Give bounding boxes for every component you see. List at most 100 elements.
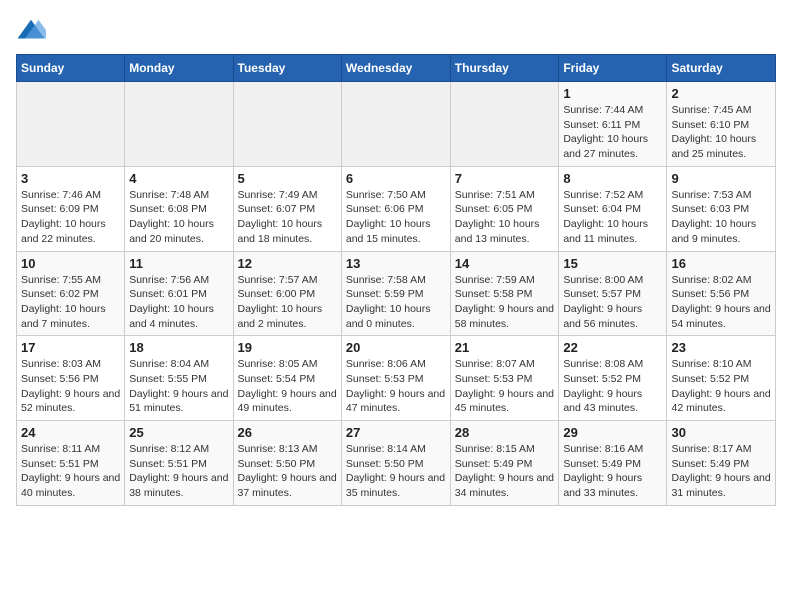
day-number: 4 <box>129 171 228 186</box>
day-number: 21 <box>455 340 555 355</box>
day-cell: 19Sunrise: 8:05 AM Sunset: 5:54 PM Dayli… <box>233 336 341 421</box>
day-number: 2 <box>671 86 771 101</box>
week-row-1: 1 Sunrise: 7:44 AM Sunset: 6:11 PM Daylig… <box>17 82 776 167</box>
header <box>16 16 776 46</box>
day-cell <box>125 82 233 167</box>
day-cell: 8 Sunrise: 7:52 AM Sunset: 6:04 PM Daylig… <box>559 166 667 251</box>
day-cell: 22 Sunrise: 8:08 AM Sunset: 5:52 PM Dayli… <box>559 336 667 421</box>
day-cell: 15 Sunrise: 8:00 AM Sunset: 5:57 PM Dayli… <box>559 251 667 336</box>
day-cell: 20 Sunrise: 8:06 AM Sunset: 5:53 PM Dayli… <box>341 336 450 421</box>
day-info: Sunrise: 7:55 AM Sunset: 6:02 PM Dayligh… <box>21 273 120 332</box>
day-number: 26 <box>238 425 337 440</box>
day-cell <box>233 82 341 167</box>
day-number: 1 <box>563 86 662 101</box>
day-cell: 1 Sunrise: 7:44 AM Sunset: 6:11 PM Daylig… <box>559 82 667 167</box>
day-info: Sunrise: 8:02 AM Sunset: 5:56 PM Dayligh… <box>671 273 771 332</box>
day-info: Sunrise: 8:07 AM Sunset: 5:53 PM Dayligh… <box>455 357 555 416</box>
day-header-monday: Monday <box>125 55 233 82</box>
header-row: SundayMondayTuesdayWednesdayThursdayFrid… <box>17 55 776 82</box>
day-number: 8 <box>563 171 662 186</box>
day-info: Sunrise: 7:52 AM Sunset: 6:04 PM Dayligh… <box>563 188 662 247</box>
day-number: 11 <box>129 256 228 271</box>
day-info: Sunrise: 7:48 AM Sunset: 6:08 PM Dayligh… <box>129 188 228 247</box>
day-number: 10 <box>21 256 120 271</box>
day-cell: 25 Sunrise: 8:12 AM Sunset: 5:51 PM Dayli… <box>125 421 233 506</box>
day-number: 20 <box>346 340 446 355</box>
day-number: 24 <box>21 425 120 440</box>
day-number: 12 <box>238 256 337 271</box>
logo <box>16 16 50 46</box>
day-number: 18 <box>129 340 228 355</box>
day-header-wednesday: Wednesday <box>341 55 450 82</box>
day-info: Sunrise: 7:56 AM Sunset: 6:01 PM Dayligh… <box>129 273 228 332</box>
day-info: Sunrise: 7:49 AM Sunset: 6:07 PM Dayligh… <box>238 188 337 247</box>
day-cell: 7Sunrise: 7:51 AM Sunset: 6:05 PM Daylig… <box>450 166 559 251</box>
day-info: Sunrise: 8:15 AM Sunset: 5:49 PM Dayligh… <box>455 442 555 501</box>
day-number: 15 <box>563 256 662 271</box>
day-cell <box>17 82 125 167</box>
day-number: 16 <box>671 256 771 271</box>
day-cell: 4 Sunrise: 7:48 AM Sunset: 6:08 PM Daylig… <box>125 166 233 251</box>
day-cell: 5 Sunrise: 7:49 AM Sunset: 6:07 PM Daylig… <box>233 166 341 251</box>
day-cell: 13 Sunrise: 7:58 AM Sunset: 5:59 PM Dayli… <box>341 251 450 336</box>
day-cell: 26 Sunrise: 8:13 AM Sunset: 5:50 PM Dayli… <box>233 421 341 506</box>
day-info: Sunrise: 8:14 AM Sunset: 5:50 PM Dayligh… <box>346 442 446 501</box>
day-info: Sunrise: 7:50 AM Sunset: 6:06 PM Dayligh… <box>346 188 446 247</box>
day-number: 13 <box>346 256 446 271</box>
day-number: 5 <box>238 171 337 186</box>
day-cell: 6 Sunrise: 7:50 AM Sunset: 6:06 PM Daylig… <box>341 166 450 251</box>
day-number: 9 <box>671 171 771 186</box>
day-number: 28 <box>455 425 555 440</box>
day-number: 17 <box>21 340 120 355</box>
week-row-2: 3 Sunrise: 7:46 AM Sunset: 6:09 PM Daylig… <box>17 166 776 251</box>
day-number: 23 <box>671 340 771 355</box>
day-number: 3 <box>21 171 120 186</box>
day-info: Sunrise: 7:59 AM Sunset: 5:58 PM Dayligh… <box>455 273 555 332</box>
logo-icon <box>16 16 46 46</box>
day-cell: 12 Sunrise: 7:57 AM Sunset: 6:00 PM Dayli… <box>233 251 341 336</box>
day-number: 29 <box>563 425 662 440</box>
day-cell: 24Sunrise: 8:11 AM Sunset: 5:51 PM Dayli… <box>17 421 125 506</box>
day-number: 22 <box>563 340 662 355</box>
day-number: 27 <box>346 425 446 440</box>
day-header-saturday: Saturday <box>667 55 776 82</box>
day-number: 6 <box>346 171 446 186</box>
day-info: Sunrise: 7:51 AM Sunset: 6:05 PM Dayligh… <box>455 188 555 247</box>
day-cell: 2 Sunrise: 7:45 AM Sunset: 6:10 PM Daylig… <box>667 82 776 167</box>
week-row-4: 17 Sunrise: 8:03 AM Sunset: 5:56 PM Dayli… <box>17 336 776 421</box>
day-info: Sunrise: 8:00 AM Sunset: 5:57 PM Dayligh… <box>563 273 662 332</box>
day-info: Sunrise: 8:17 AM Sunset: 5:49 PM Dayligh… <box>671 442 771 501</box>
day-info: Sunrise: 7:44 AM Sunset: 6:11 PM Dayligh… <box>563 103 662 162</box>
day-info: Sunrise: 8:10 AM Sunset: 5:52 PM Dayligh… <box>671 357 771 416</box>
day-cell: 11 Sunrise: 7:56 AM Sunset: 6:01 PM Dayli… <box>125 251 233 336</box>
day-cell <box>450 82 559 167</box>
day-cell: 28 Sunrise: 8:15 AM Sunset: 5:49 PM Dayli… <box>450 421 559 506</box>
day-header-thursday: Thursday <box>450 55 559 82</box>
day-info: Sunrise: 8:12 AM Sunset: 5:51 PM Dayligh… <box>129 442 228 501</box>
day-cell: 23 Sunrise: 8:10 AM Sunset: 5:52 PM Dayli… <box>667 336 776 421</box>
day-info: Sunrise: 7:58 AM Sunset: 5:59 PM Dayligh… <box>346 273 446 332</box>
day-info: Sunrise: 8:16 AM Sunset: 5:49 PM Dayligh… <box>563 442 662 501</box>
day-cell: 3 Sunrise: 7:46 AM Sunset: 6:09 PM Daylig… <box>17 166 125 251</box>
day-number: 25 <box>129 425 228 440</box>
day-cell: 9 Sunrise: 7:53 AM Sunset: 6:03 PM Daylig… <box>667 166 776 251</box>
day-number: 14 <box>455 256 555 271</box>
day-info: Sunrise: 8:13 AM Sunset: 5:50 PM Dayligh… <box>238 442 337 501</box>
day-info: Sunrise: 7:45 AM Sunset: 6:10 PM Dayligh… <box>671 103 771 162</box>
day-info: Sunrise: 8:06 AM Sunset: 5:53 PM Dayligh… <box>346 357 446 416</box>
day-cell: 14 Sunrise: 7:59 AM Sunset: 5:58 PM Dayli… <box>450 251 559 336</box>
day-info: Sunrise: 7:57 AM Sunset: 6:00 PM Dayligh… <box>238 273 337 332</box>
day-info: Sunrise: 8:08 AM Sunset: 5:52 PM Dayligh… <box>563 357 662 416</box>
day-info: Sunrise: 8:05 AM Sunset: 5:54 PM Dayligh… <box>238 357 337 416</box>
day-cell: 29 Sunrise: 8:16 AM Sunset: 5:49 PM Dayli… <box>559 421 667 506</box>
day-cell: 10 Sunrise: 7:55 AM Sunset: 6:02 PM Dayli… <box>17 251 125 336</box>
day-header-tuesday: Tuesday <box>233 55 341 82</box>
week-row-5: 24Sunrise: 8:11 AM Sunset: 5:51 PM Dayli… <box>17 421 776 506</box>
day-info: Sunrise: 7:46 AM Sunset: 6:09 PM Dayligh… <box>21 188 120 247</box>
day-info: Sunrise: 7:53 AM Sunset: 6:03 PM Dayligh… <box>671 188 771 247</box>
day-info: Sunrise: 8:03 AM Sunset: 5:56 PM Dayligh… <box>21 357 120 416</box>
calendar-table: SundayMondayTuesdayWednesdayThursdayFrid… <box>16 54 776 506</box>
day-header-friday: Friday <box>559 55 667 82</box>
day-cell: 17 Sunrise: 8:03 AM Sunset: 5:56 PM Dayli… <box>17 336 125 421</box>
day-header-sunday: Sunday <box>17 55 125 82</box>
